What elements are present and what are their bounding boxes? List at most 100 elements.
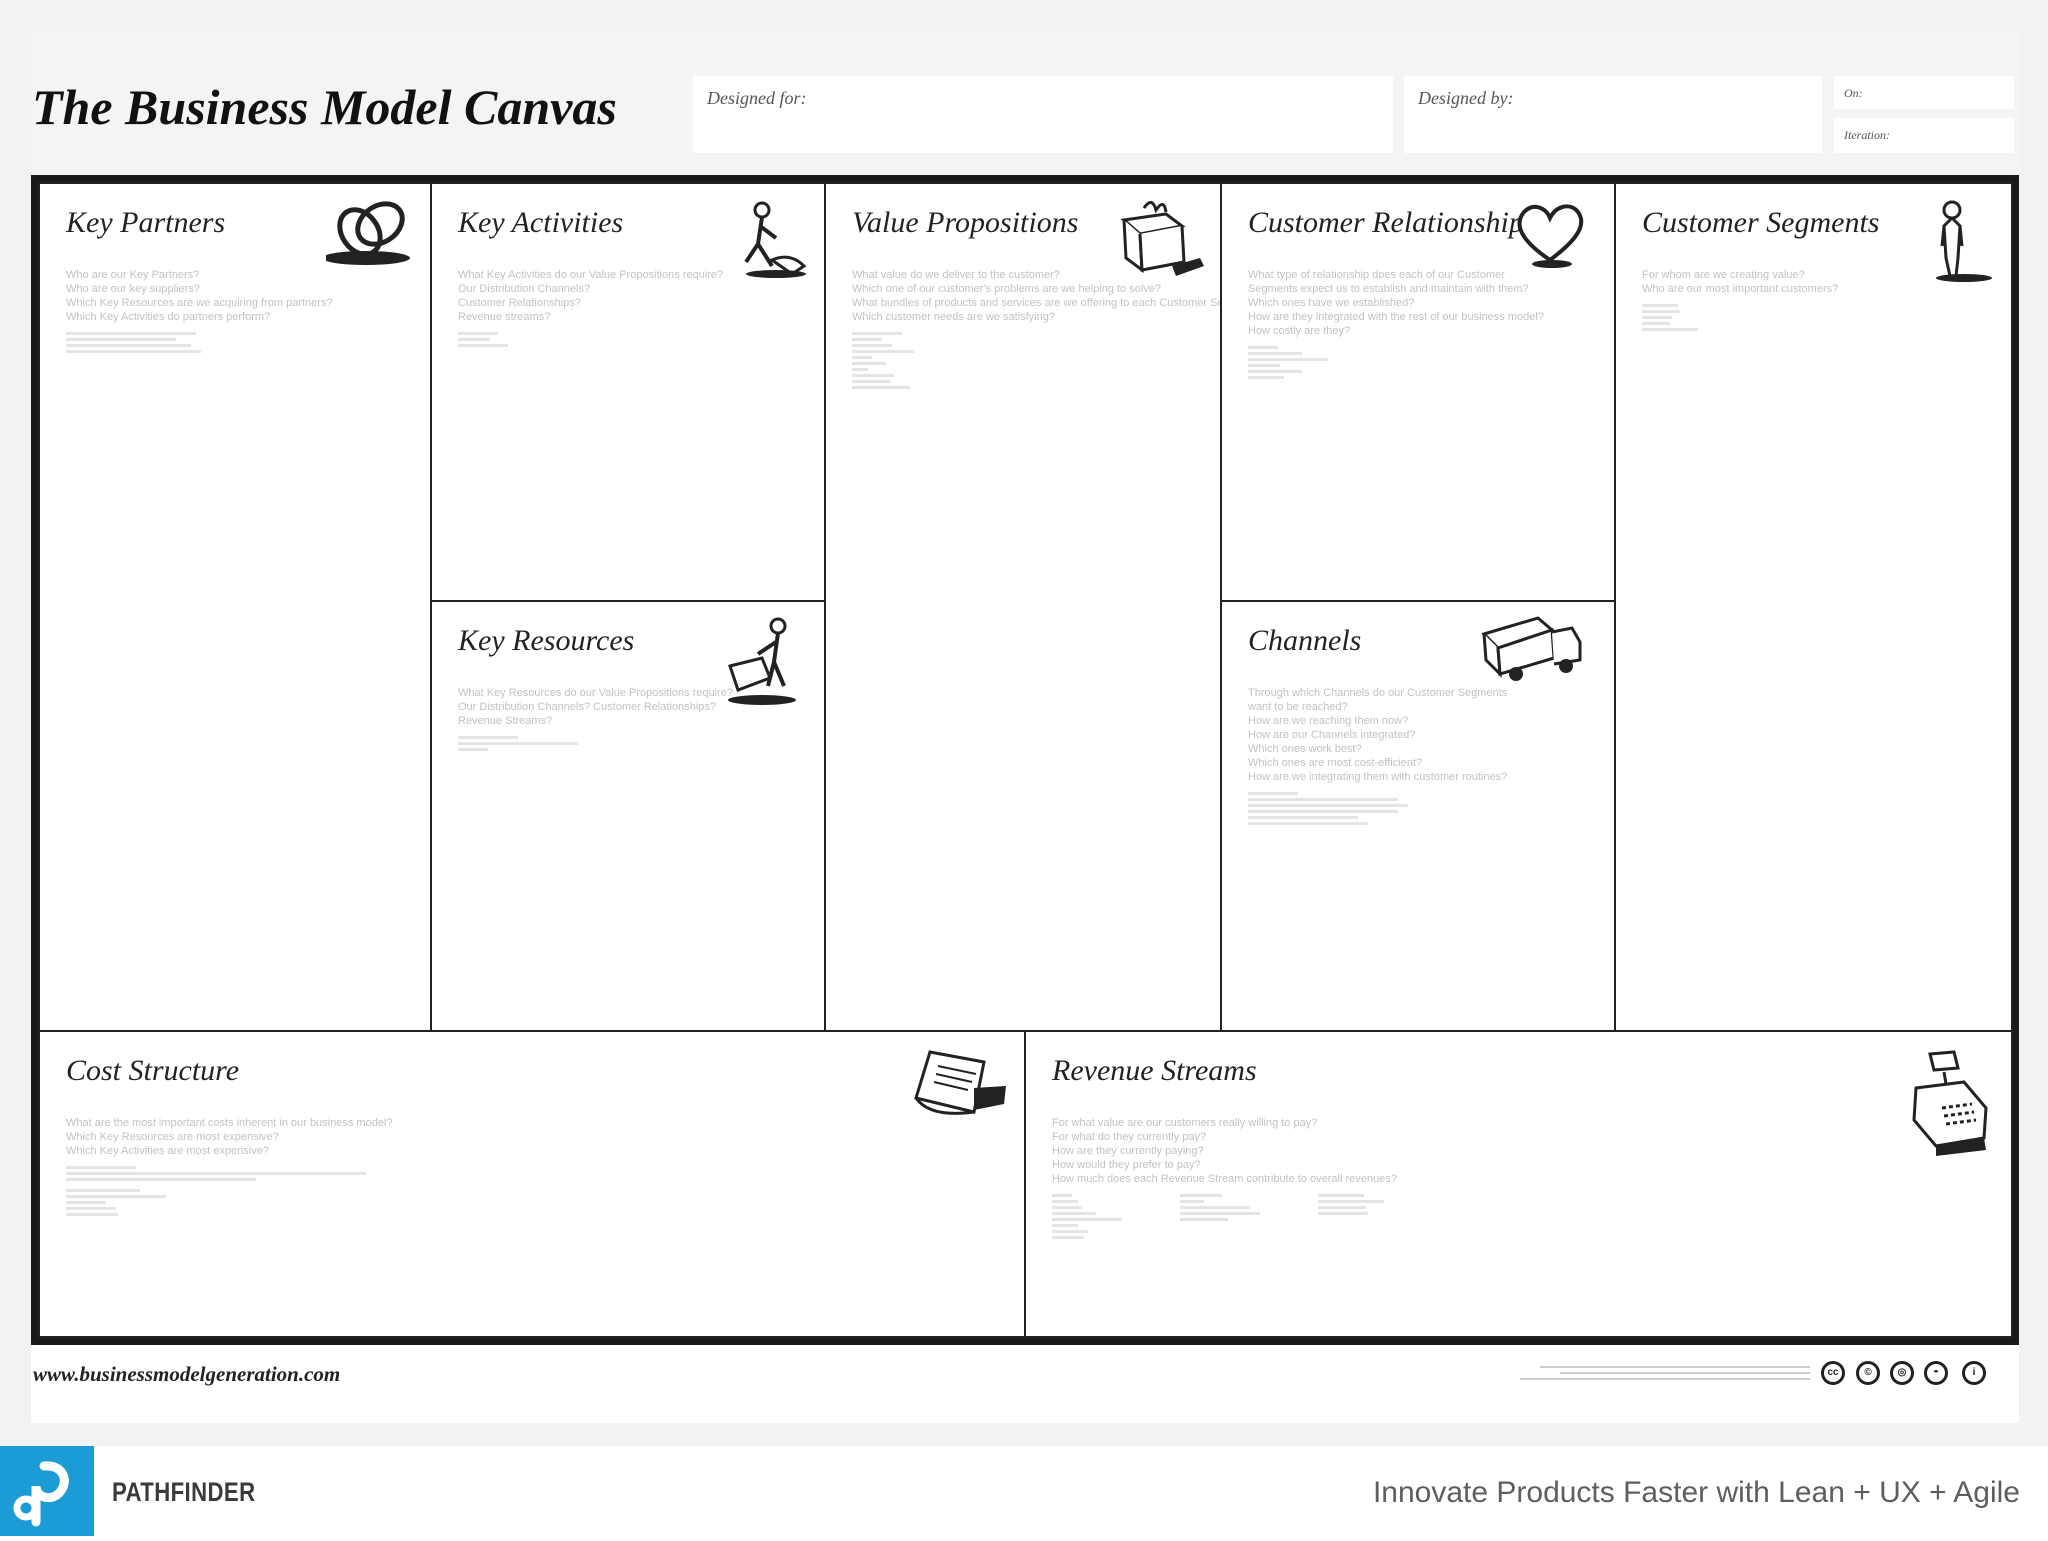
block-channels[interactable]: Channels Through which Channels do our C… bbox=[1220, 600, 1616, 1032]
fine-print bbox=[66, 332, 196, 335]
question: Revenue streams? bbox=[458, 311, 551, 323]
block-key-resources[interactable]: Key Resources What Key Resources do our … bbox=[430, 600, 826, 1032]
block-customer-segments[interactable]: Customer Segments For whom are we creati… bbox=[1614, 182, 2013, 1032]
designed-for-field[interactable]: Designed for: bbox=[693, 76, 1393, 153]
block-questions: What value do we deliver to the customer… bbox=[852, 268, 1260, 392]
fine-print bbox=[1180, 1212, 1260, 1215]
fine-print bbox=[458, 338, 490, 341]
fine-print bbox=[1248, 798, 1398, 801]
block-customer-relationships[interactable]: Customer Relationships What type of rela… bbox=[1220, 182, 1616, 602]
fine-print bbox=[852, 338, 882, 341]
question: Which ones have we established? bbox=[1248, 297, 1415, 309]
question: want to be reached? bbox=[1248, 701, 1348, 713]
fine-print bbox=[66, 1195, 166, 1198]
chain-links-icon bbox=[326, 201, 410, 265]
heart-icon bbox=[1517, 204, 1584, 268]
question: Which customer needs are we satisfying? bbox=[852, 311, 1055, 323]
fine-print bbox=[66, 344, 191, 347]
fine-print bbox=[1248, 804, 1408, 807]
fine-print bbox=[1052, 1230, 1088, 1233]
fine-print bbox=[458, 344, 508, 347]
fine-print bbox=[1642, 328, 1698, 331]
block-questions: Through which Channels do our Customer S… bbox=[1248, 686, 1507, 828]
question: How are we reaching them now? bbox=[1248, 715, 1409, 727]
fine-print bbox=[66, 1172, 366, 1175]
block-questions: What Key Activities do our Value Proposi… bbox=[458, 268, 723, 350]
block-revenue-streams[interactable]: Revenue Streams For what value are our c… bbox=[1024, 1030, 2013, 1338]
block-title: Key Activities bbox=[458, 206, 624, 239]
question: Which ones work best? bbox=[1248, 743, 1362, 755]
block-value-propositions[interactable]: Value Propositions What value do we deli… bbox=[824, 182, 1260, 1032]
fine-print bbox=[1052, 1224, 1078, 1227]
cc-icon: cc bbox=[1821, 1361, 1845, 1385]
block-title: Customer Segments bbox=[1642, 206, 1880, 239]
block-title: Key Resources bbox=[458, 624, 635, 657]
question: Our Distribution Channels? Customer Rela… bbox=[458, 701, 717, 713]
question: Our Distribution Channels? bbox=[458, 283, 591, 295]
fine-print bbox=[1052, 1200, 1078, 1203]
block-title: Key Partners bbox=[66, 206, 226, 239]
block-title: Revenue Streams bbox=[1052, 1054, 1257, 1087]
attribution-icon: © bbox=[1856, 1361, 1880, 1385]
fine-print bbox=[66, 1201, 106, 1204]
fine-print bbox=[1642, 310, 1680, 313]
question: Which Key Resources are most expensive? bbox=[66, 1131, 279, 1143]
fine-print bbox=[1318, 1212, 1368, 1215]
fine-print bbox=[458, 742, 578, 745]
question: Who are our most important customers? bbox=[1642, 283, 1839, 295]
block-key-activities[interactable]: Key Activities What Key Activities do ou… bbox=[430, 182, 826, 602]
iteration-field[interactable]: Iteration: bbox=[1834, 118, 2014, 153]
block-questions: For whom are we creating value? Who are … bbox=[1642, 268, 1838, 334]
designed-by-field[interactable]: Designed by: bbox=[1404, 76, 1822, 153]
fine-print bbox=[1052, 1236, 1084, 1239]
fine-print bbox=[1248, 364, 1280, 367]
fine-print bbox=[1180, 1194, 1222, 1197]
worker-icon bbox=[744, 201, 807, 278]
block-title: Value Propositions bbox=[852, 206, 1079, 239]
fine-print bbox=[66, 338, 176, 341]
worker-with-crate-icon bbox=[728, 617, 796, 705]
footer-url[interactable]: www.businessmodelgeneration.com bbox=[33, 1362, 340, 1387]
fine-print bbox=[1248, 792, 1298, 795]
fine-print bbox=[1642, 304, 1678, 307]
question: Who are our key suppliers? bbox=[66, 283, 200, 295]
fine-print bbox=[1248, 358, 1328, 361]
designed-by-label: Designed by: bbox=[1418, 88, 1514, 108]
business-model-canvas: Key Partners Who are our Key Partners? W… bbox=[31, 175, 2019, 1345]
question: Which Key Activities do partners perform… bbox=[66, 311, 271, 323]
question: How are they integrated with the rest of… bbox=[1248, 311, 1544, 323]
fine-print bbox=[1642, 322, 1670, 325]
fine-print bbox=[1248, 816, 1358, 819]
fine-print bbox=[1560, 1372, 1810, 1374]
fine-print bbox=[852, 362, 886, 365]
block-cost-structure[interactable]: Cost Structure What are the most importa… bbox=[38, 1030, 1026, 1338]
on-date-field[interactable]: On: bbox=[1834, 76, 2014, 109]
fine-print bbox=[458, 748, 488, 751]
noncommercial-icon: ◓ bbox=[1924, 1361, 1948, 1385]
fine-print bbox=[1052, 1212, 1096, 1215]
fine-print bbox=[66, 350, 201, 353]
fine-print bbox=[852, 380, 890, 383]
fine-print bbox=[1318, 1200, 1384, 1203]
fine-print bbox=[66, 1189, 140, 1192]
block-key-partners[interactable]: Key Partners Who are our Key Partners? W… bbox=[38, 182, 432, 1032]
fine-print bbox=[1642, 316, 1672, 319]
question: Which Key Resources are we acquiring fro… bbox=[66, 297, 333, 309]
question: Through which Channels do our Customer S… bbox=[1248, 687, 1508, 699]
question: What Key Resources do our Value Proposit… bbox=[458, 687, 733, 699]
fine-print bbox=[1180, 1206, 1250, 1209]
fine-print bbox=[1248, 346, 1278, 349]
block-questions: What type of relationship does each of o… bbox=[1248, 268, 1544, 382]
truck-icon bbox=[1481, 616, 1582, 681]
share-alike-icon: ◎ bbox=[1890, 1361, 1914, 1385]
question: How are they currently paying? bbox=[1052, 1145, 1204, 1157]
fine-print bbox=[1052, 1218, 1122, 1221]
fine-print-columns bbox=[1052, 1186, 1397, 1242]
fine-print bbox=[1248, 822, 1368, 825]
fine-print bbox=[852, 350, 914, 353]
question: Which ones are most cost-efficient? bbox=[1248, 757, 1423, 769]
question: For whom are we creating value? bbox=[1642, 269, 1805, 281]
pathfinder-logo bbox=[0, 1446, 94, 1536]
question: Revenue Streams? bbox=[458, 715, 553, 727]
fine-print bbox=[1248, 376, 1284, 379]
